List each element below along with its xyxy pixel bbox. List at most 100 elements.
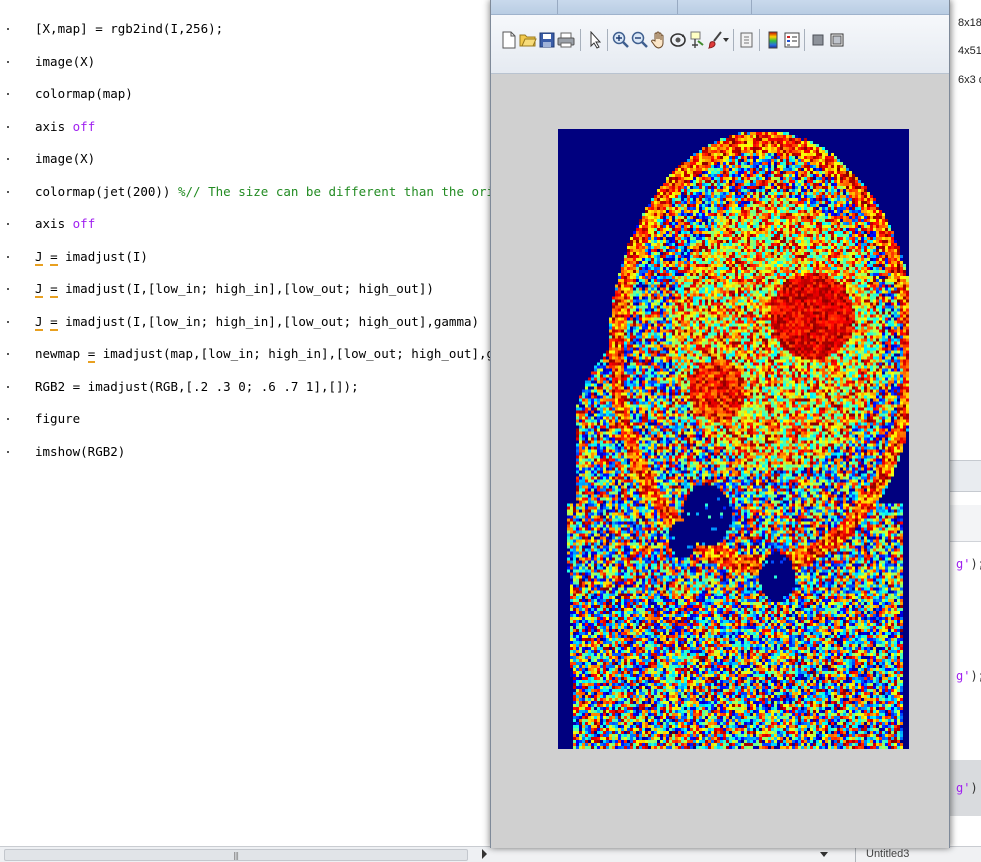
zoom-out-icon[interactable] — [631, 29, 649, 51]
code-text: image(X) — [35, 51, 95, 73]
panel-divider[interactable] — [948, 460, 981, 492]
line-marker — [7, 320, 9, 323]
code-token: RGB2 = imadjust(RGB,[.2 .3 0; .6 .7 1],[… — [35, 378, 359, 394]
code-token: [X,map] = rgb2ind(I,256); — [35, 21, 224, 36]
code-token: imadjust(I,[low_in; high_in],[low_out; h… — [57, 313, 480, 329]
code-line[interactable]: figure — [0, 408, 490, 430]
code-text: RGB2 = imadjust(RGB,[.2 .3 0; .6 .7 1],[… — [35, 376, 359, 398]
line-marker — [7, 28, 9, 30]
code-line[interactable]: newmap = imadjust(map,[low_in; high_in],… — [0, 343, 490, 365]
code-text: J = imadjust(I) — [35, 246, 148, 268]
print-icon[interactable] — [557, 29, 575, 51]
code-text: J = imadjust(I,[low_in; high_in],[low_ou… — [35, 278, 434, 300]
code-line[interactable]: J = imadjust(I,[low_in; high_in],[low_ou… — [0, 278, 490, 300]
dropdown-arrow-icon[interactable] — [820, 852, 828, 857]
hide-plot-tools-icon[interactable] — [809, 29, 827, 51]
line-marker — [7, 288, 9, 290]
tab-untitled3[interactable]: Untitled3 — [855, 847, 919, 862]
code-line[interactable]: colormap(map) — [0, 83, 490, 105]
save-icon[interactable] — [538, 29, 556, 51]
line-marker — [7, 93, 9, 95]
zoom-in-icon[interactable] — [612, 29, 630, 51]
code-token: imadjust(I,[low_in; high_in],[low_out; h… — [57, 281, 434, 296]
code-token: colormap(map) — [35, 86, 133, 101]
rotate-3d-icon[interactable] — [669, 29, 687, 51]
code-editor[interactable]: [X,map] = rgb2ind(I,256); image(X) colorma… — [0, 0, 490, 848]
code-line[interactable]: axis off — [0, 213, 490, 235]
code-line[interactable]: [X,map] = rgb2ind(I,256); — [0, 18, 490, 40]
code-token: image(X) — [35, 151, 96, 166]
line-marker — [7, 385, 9, 388]
code-token: axis — [35, 216, 73, 231]
command-fragment-1: g'); — [956, 557, 981, 571]
insert-legend-icon[interactable] — [783, 29, 801, 51]
comment-token: %// The size can be different than the o… — [178, 183, 490, 199]
code-token: figure — [35, 411, 81, 426]
scrollbar-grip: ||| — [233, 851, 239, 860]
code-token: imadjust(I) — [57, 248, 148, 264]
code-token: J — [35, 281, 43, 298]
panel-header — [948, 505, 981, 542]
code-token: = — [50, 313, 58, 331]
line-marker — [7, 125, 9, 128]
code-line[interactable]: colormap(jet(200)) %// The size can be d… — [0, 181, 490, 203]
figure-menubar — [491, 0, 949, 15]
code-token: newmap — [35, 346, 88, 361]
code-line[interactable]: J = imadjust(I) — [0, 246, 490, 268]
line-marker — [7, 158, 9, 160]
code-text: axis off — [35, 213, 95, 235]
edit-plot-arrow-icon[interactable] — [586, 29, 604, 51]
line-marker — [7, 60, 9, 63]
pan-hand-icon[interactable] — [650, 29, 668, 51]
new-figure-icon[interactable] — [500, 29, 518, 51]
code-text: axis off — [35, 116, 95, 138]
code-line[interactable]: image(X) — [0, 148, 490, 170]
code-text: imshow(RGB2) — [35, 441, 125, 463]
code-line[interactable]: image(X) — [0, 51, 490, 73]
bottom-tab-strip: Untitled3 — [490, 846, 981, 862]
code-text: image(X) — [35, 148, 95, 170]
code-line[interactable]: axis off — [0, 116, 490, 138]
link-plot-icon[interactable] — [738, 29, 756, 51]
line-marker — [7, 353, 9, 355]
command-fragment-3: g') — [956, 781, 978, 795]
show-plot-tools-icon[interactable] — [828, 29, 846, 51]
open-file-icon[interactable] — [519, 29, 537, 51]
code-line[interactable]: imshow(RGB2) — [0, 441, 490, 463]
scrollbar-thumb[interactable]: ||| — [4, 849, 468, 861]
code-token: = — [50, 281, 58, 298]
line-marker — [7, 255, 9, 258]
line-marker — [7, 450, 9, 453]
workspace-value-3: 6x3 d — [958, 74, 981, 86]
scroll-right-arrow-icon[interactable] — [482, 849, 487, 859]
code-line[interactable]: J = imadjust(I,[low_in; high_in],[low_ou… — [0, 311, 490, 333]
data-cursor-icon[interactable] — [688, 29, 706, 51]
keyword-token: off — [72, 216, 96, 231]
line-marker — [7, 223, 9, 225]
line-marker — [7, 418, 9, 420]
code-token: image(X) — [35, 53, 96, 69]
workspace-value-1: 8x182 — [958, 17, 981, 29]
code-token: axis — [35, 118, 73, 134]
workspace-value-2: 4x512 — [958, 45, 981, 57]
code-line[interactable]: RGB2 = imadjust(RGB,[.2 .3 0; .6 .7 1],[… — [0, 376, 490, 398]
code-text: colormap(map) — [35, 83, 133, 105]
code-text: figure — [35, 408, 80, 430]
code-text: colormap(jet(200)) %// The size can be d… — [35, 181, 490, 203]
code-token: imadjust(map,[low_in; high_in],[low_out;… — [95, 346, 490, 361]
figure-window[interactable] — [490, 0, 950, 848]
code-text: [X,map] = rgb2ind(I,256); — [35, 18, 223, 40]
code-token: = — [50, 248, 58, 266]
editor-horizontal-scrollbar[interactable]: ||| — [0, 846, 490, 862]
code-token: imshow(RGB2) — [35, 443, 126, 459]
insert-colorbar-icon[interactable] — [764, 29, 782, 51]
code-token: colormap(jet(200)) — [35, 183, 178, 199]
pseudocolor-head-image[interactable] — [558, 129, 909, 749]
background-desktop-panels: 8x182 4x512 6x3 d g'); g'); g') — [948, 0, 981, 861]
line-marker — [7, 190, 9, 193]
command-fragment-2: g'); — [956, 669, 981, 683]
figure-plot-area[interactable] — [491, 74, 949, 848]
brush-dropdown-icon[interactable] — [722, 29, 730, 51]
